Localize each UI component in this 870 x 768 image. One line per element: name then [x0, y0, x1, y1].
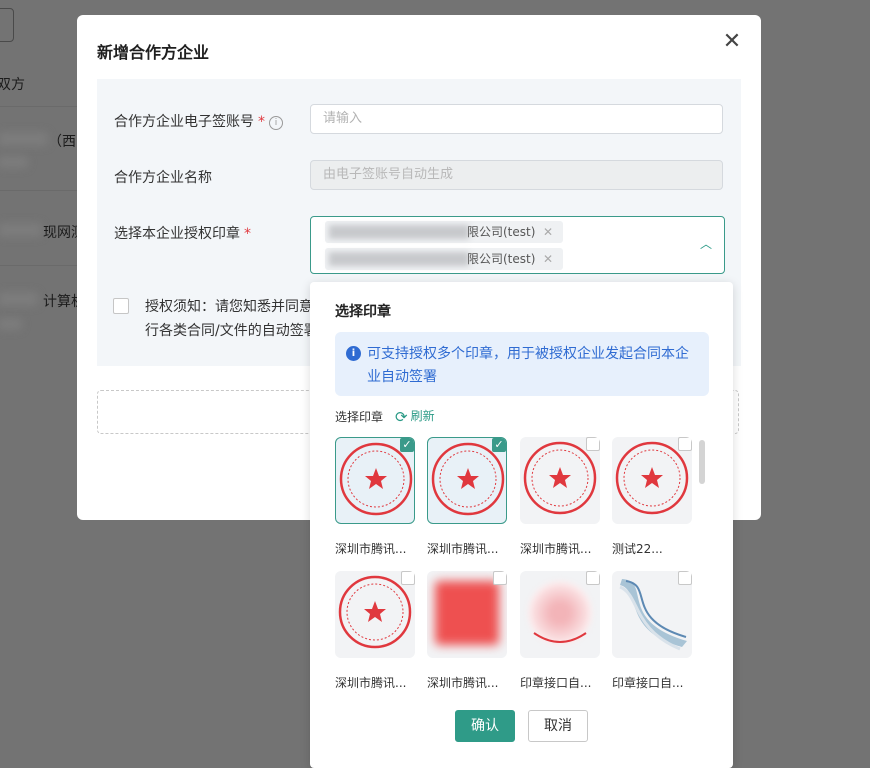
seal-card[interactable]: [427, 571, 507, 658]
seal-checkbox[interactable]: [493, 571, 507, 585]
modal-title: 新增合作方企业: [97, 43, 210, 62]
seal-picker-dropdown: 选择印章 i 可支持授权多个印章，用于被授权企业发起合同本企业自动签署 选择印章…: [310, 282, 733, 768]
seal-checkbox[interactable]: [401, 571, 415, 585]
seal-name: 深圳市腾讯...: [427, 676, 499, 690]
selected-seal-label: 限公司(test): [467, 225, 536, 239]
background-blurred-text: [0, 292, 38, 306]
seal-label: 选择本企业授权印章 *: [114, 223, 251, 243]
selected-seal-label: 限公司(test): [467, 252, 536, 266]
seal-checkbox[interactable]: ✓: [400, 438, 414, 452]
refresh-label: 刷新: [410, 409, 435, 423]
background-blurred-text: [0, 132, 48, 146]
seal-checkbox[interactable]: [586, 437, 600, 451]
seal-section-label: 选择印章: [335, 410, 384, 424]
seal-checkbox[interactable]: [678, 571, 692, 585]
alert-text: 可支持授权多个印章，用于被授权企业发起合同本企业自动签署: [367, 346, 689, 385]
info-alert: i 可支持授权多个印章，用于被授权企业发起合同本企业自动签署: [335, 332, 709, 396]
seal-grid: ✓ 深圳市腾讯... ✓ 深圳市腾讯... 深圳市腾讯... 测试22... 深圳市…: [335, 437, 705, 690]
remove-tag-icon[interactable]: ✕: [543, 248, 553, 270]
selected-seal-tag: 限公司(test) ✕: [325, 221, 563, 243]
name-input: 由电子签账号自动生成: [310, 160, 723, 190]
seal-card[interactable]: [612, 437, 692, 524]
seal-select[interactable]: 限公司(test) ✕ 限公司(test) ✕ ︿: [310, 216, 725, 274]
scrollbar[interactable]: [699, 440, 705, 484]
background-divider: [0, 106, 80, 107]
seal-label-text: 选择本企业授权印章: [114, 226, 240, 242]
seal-name: 深圳市腾讯...: [335, 542, 407, 556]
account-label-text: 合作方企业电子签账号: [114, 114, 254, 130]
info-icon[interactable]: i: [269, 116, 283, 130]
seal-name: 深圳市腾讯...: [520, 542, 592, 556]
remove-tag-icon[interactable]: ✕: [543, 221, 553, 243]
background-header-text: 双方: [0, 77, 25, 93]
background-blurred-text: [0, 223, 42, 237]
background-blurred-text: [0, 318, 22, 330]
blurred-company-name: [329, 225, 469, 239]
required-mark: *: [244, 226, 251, 242]
background-blurred-text: [0, 156, 28, 168]
account-input[interactable]: 请输入: [310, 104, 723, 134]
blurred-company-name: [329, 252, 469, 266]
seal-card[interactable]: ✓: [427, 437, 507, 524]
seal-name: 印章接口自...: [612, 676, 684, 690]
cancel-button[interactable]: 取消: [528, 710, 588, 742]
seal-name: 深圳市腾讯...: [335, 676, 407, 690]
background-divider: [0, 190, 80, 191]
background-divider: [0, 265, 80, 266]
info-icon: i: [346, 346, 361, 361]
seal-card[interactable]: ✓: [335, 437, 415, 524]
seal-checkbox[interactable]: [678, 437, 692, 451]
dropdown-title: 选择印章: [335, 304, 391, 320]
confirm-button[interactable]: 确认: [455, 710, 515, 742]
seal-card[interactable]: [520, 437, 600, 524]
close-icon[interactable]: ✕: [721, 31, 743, 53]
required-mark: *: [258, 114, 265, 130]
seal-checkbox[interactable]: [586, 571, 600, 585]
refresh-button[interactable]: ⟳ 刷新: [395, 407, 435, 426]
seal-name: 测试22...: [612, 542, 663, 556]
selected-seal-tag: 限公司(test) ✕: [325, 248, 563, 270]
seal-card[interactable]: [520, 571, 600, 658]
background-button: [0, 8, 14, 42]
notice-checkbox[interactable]: [113, 298, 129, 314]
seal-card[interactable]: [335, 571, 415, 658]
seal-checkbox[interactable]: ✓: [492, 438, 506, 452]
name-label: 合作方企业名称: [114, 170, 212, 186]
account-label: 合作方企业电子签账号 * i: [114, 111, 283, 131]
chevron-up-icon[interactable]: ︿: [700, 235, 712, 252]
refresh-icon: ⟳: [395, 408, 408, 426]
seal-name: 深圳市腾讯...: [427, 542, 499, 556]
seal-card[interactable]: [612, 571, 692, 658]
seal-name: 印章接口自...: [520, 676, 592, 690]
